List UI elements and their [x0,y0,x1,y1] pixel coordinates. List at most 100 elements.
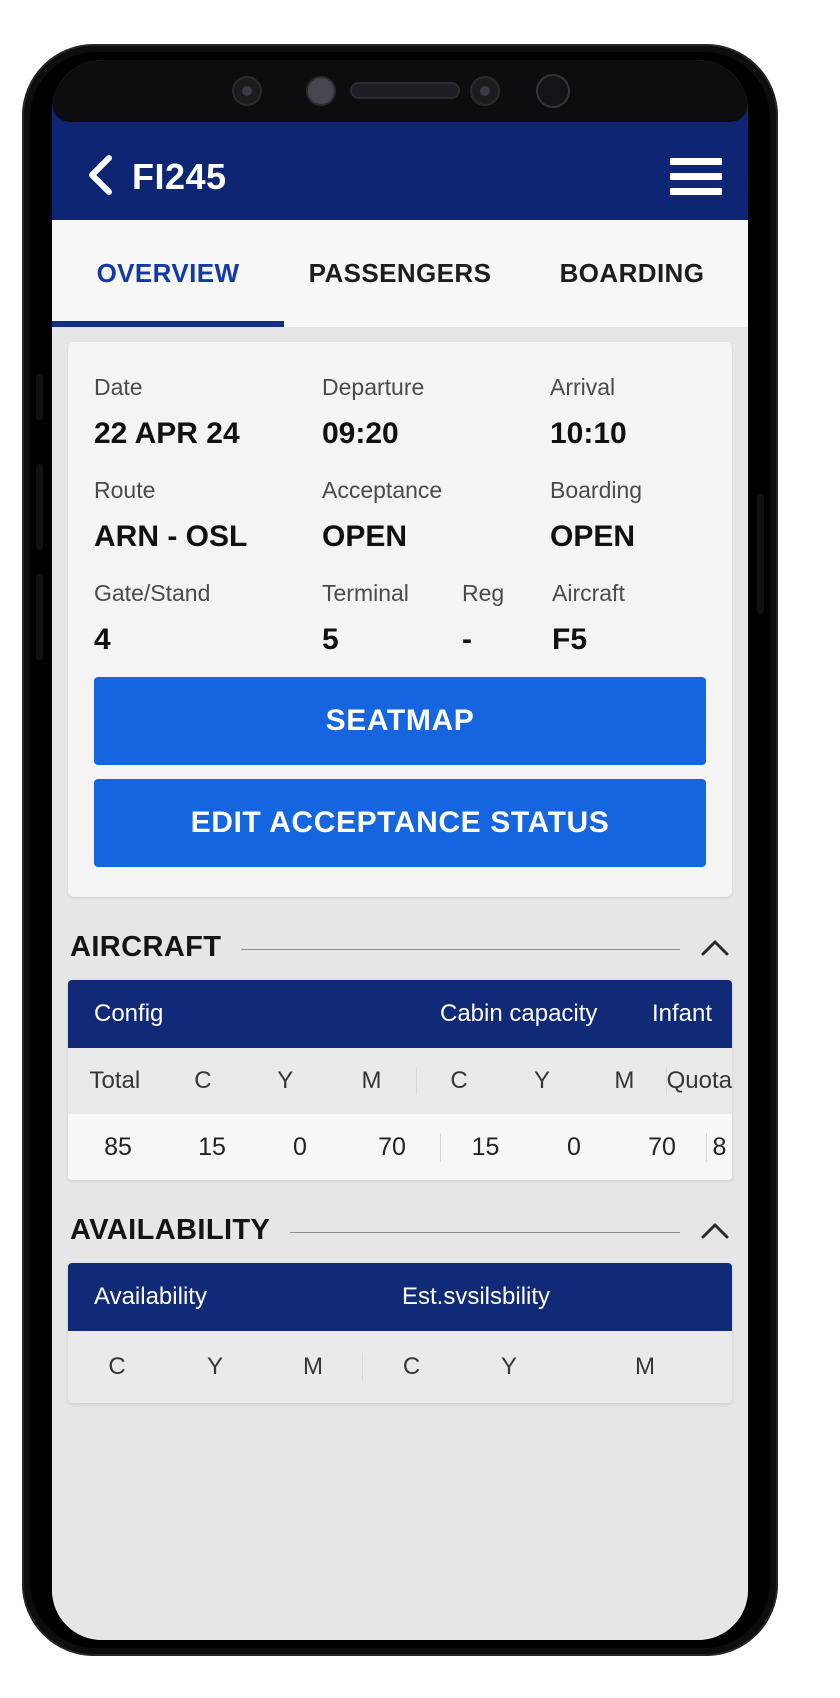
field-acceptance: Acceptance OPEN [322,477,550,554]
col-avail-m: M [303,1353,323,1380]
field-date-value: 22 APR 24 [94,417,240,450]
power-button[interactable] [757,494,764,614]
field-acceptance-label: Acceptance [322,477,443,503]
field-reg-value: - [462,623,472,656]
aircraft-table-group-header: Config Cabin capacity Infant [68,980,732,1048]
field-terminal-label: Terminal [322,580,409,606]
aircraft-table-row: 85 15 0 70 15 0 70 8 [68,1114,732,1180]
field-boarding: Boarding OPEN [550,477,706,554]
flight-overview-card: Date 22 APR 24 Departure 09:20 Arrival 1… [68,342,732,897]
aircraft-section-header[interactable]: AIRCRAFT [70,931,730,964]
col-capacity-c: C [416,1067,500,1095]
volume-up-button[interactable] [36,464,43,550]
tab-bar: OVERVIEW PASSENGERS BOARDING [52,220,748,328]
chevron-left-icon [89,155,112,195]
col-capacity-y: Y [533,1067,550,1094]
field-route-label: Route [94,477,156,503]
field-aircraft-label: Aircraft [552,580,625,606]
group-cabin-capacity: Cabin capacity [440,980,630,1048]
field-gate-stand-label: Gate/Stand [94,580,211,606]
group-config-label: Config [94,1000,164,1027]
col-infant-quota: Quota [665,1067,732,1095]
tab-passengers-label: PASSENGERS [308,258,492,288]
tab-boarding[interactable]: BOARDING [516,220,748,327]
col-est-m: M [635,1353,655,1380]
cell-config-y: 0 [293,1132,307,1161]
field-terminal-value: 5 [322,623,339,656]
volume-down-button[interactable] [36,574,43,660]
group-cabin-capacity-label: Cabin capacity [440,1000,598,1027]
tab-overview-label: OVERVIEW [96,258,240,288]
chevron-up-icon[interactable] [700,1220,730,1242]
tab-passengers[interactable]: PASSENGERS [284,220,516,327]
cell-capacity-c: 15 [440,1132,530,1162]
aircraft-table-sub-header: Total C Y M C Y M Quota [68,1048,732,1114]
group-est-availability: Est.svsilsbility [368,1263,732,1331]
section-divider [241,949,680,950]
availability-table: Availability Est.svsilsbility C Y M C Y … [68,1263,732,1403]
phone-screen: FI245 OVERVIEW PASSENGERS BOARDING Date … [52,60,748,1640]
chevron-up-icon[interactable] [700,937,730,959]
menu-bar-2 [670,172,722,180]
earpiece-speaker-icon [352,84,458,97]
field-arrival-value: 10:10 [550,417,627,450]
col-avail-c: C [108,1353,126,1380]
cell-capacity-m: 70 [648,1132,676,1161]
menu-bar-3 [670,187,722,195]
col-config-m: M [361,1067,382,1094]
field-terminal: Terminal 5 [322,580,462,657]
tab-boarding-label: BOARDING [559,258,705,288]
cell-config-c: 15 [198,1132,226,1161]
field-departure: Departure 09:20 [322,374,550,451]
col-capacity-m: M [614,1067,635,1094]
col-est-y: Y [500,1353,517,1380]
availability-section-header[interactable]: AVAILABILITY [70,1214,730,1247]
field-departure-value: 09:20 [322,417,399,450]
group-config: Config [68,980,440,1048]
tab-overview[interactable]: OVERVIEW [52,220,284,327]
cell-total: 85 [104,1132,132,1161]
front-camera-icon [538,76,568,106]
field-gate-stand-value: 4 [94,623,111,656]
aircraft-table: Config Cabin capacity Infant Total C Y M… [68,980,732,1180]
content-scroll-area[interactable]: Date 22 APR 24 Departure 09:20 Arrival 1… [52,328,748,1640]
col-config-c: C [194,1067,212,1094]
col-config-y: Y [277,1067,294,1094]
cell-config-m: 70 [378,1132,406,1161]
field-aircraft-value: F5 [552,623,588,656]
cell-capacity-y: 0 [567,1132,581,1161]
field-route-value: ARN - OSL [94,520,248,553]
group-availability: Availability [68,1263,368,1331]
group-infant-label: Infant [652,1000,713,1027]
mute-switch[interactable] [36,374,43,420]
field-aircraft: Aircraft F5 [552,580,706,657]
field-boarding-value: OPEN [550,520,636,553]
hamburger-menu-icon[interactable] [670,154,722,198]
cell-infant-quota: 8 [706,1132,732,1162]
section-divider [290,1232,680,1233]
field-route: Route ARN - OSL [94,477,322,554]
info-row-1: Date 22 APR 24 Departure 09:20 Arrival 1… [94,374,706,451]
notch-sensor-cluster [52,60,748,122]
menu-bar-1 [670,157,722,165]
ambient-light-sensor-icon [472,78,498,104]
info-row-2: Route ARN - OSL Acceptance OPEN Boarding… [94,477,706,554]
group-est-availability-label: Est.svsilsbility [402,1283,551,1310]
field-arrival-label: Arrival [550,374,616,400]
col-avail-y: Y [206,1353,223,1380]
field-reg: Reg - [462,580,552,657]
edit-acceptance-status-button[interactable]: EDIT ACCEPTANCE STATUS [94,779,706,867]
field-date: Date 22 APR 24 [94,374,322,451]
info-row-3: Gate/Stand 4 Terminal 5 Reg - Aircraft F… [94,580,706,657]
field-date-label: Date [94,374,143,400]
field-gate-stand: Gate/Stand 4 [94,580,322,657]
col-total: Total [89,1067,141,1094]
back-button[interactable] [78,152,122,198]
seatmap-button[interactable]: SEATMAP [94,677,706,765]
availability-table-sub-header: C Y M C Y M [68,1331,732,1403]
proximity-sensor-icon [308,78,334,104]
phone-frame: FI245 OVERVIEW PASSENGERS BOARDING Date … [22,44,778,1656]
field-acceptance-value: OPEN [322,520,408,553]
field-reg-label: Reg [462,580,505,606]
group-infant: Infant [630,980,732,1048]
